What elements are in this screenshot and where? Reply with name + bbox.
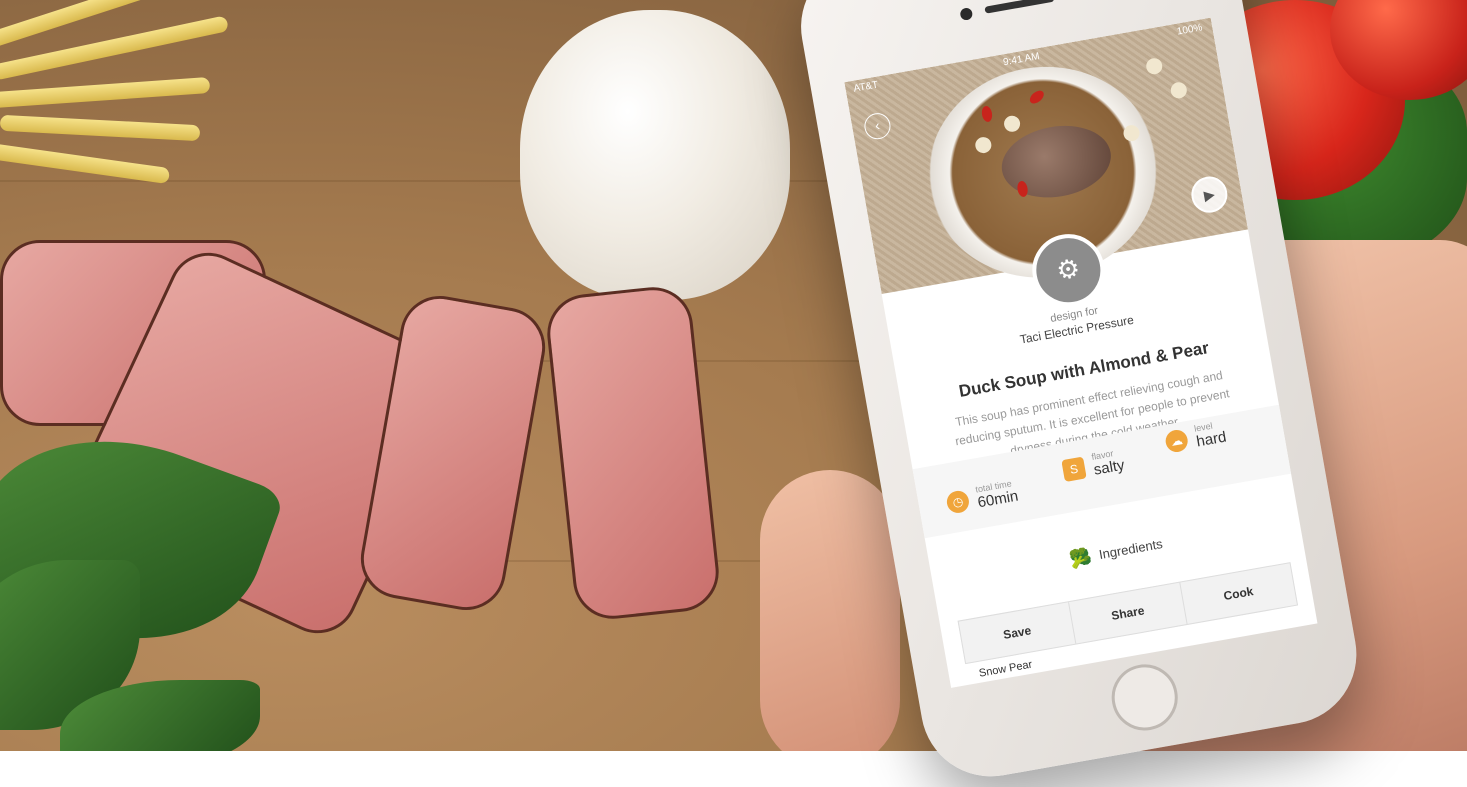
thumb <box>760 470 900 751</box>
stat-total-time: ◷ total time 60min <box>945 478 1020 518</box>
ham-roll <box>543 283 723 623</box>
carrier-label: AT&T <box>852 79 880 95</box>
play-icon: ▶ <box>1202 185 1217 204</box>
stat-level: ☁ level hard <box>1163 419 1228 457</box>
front-camera <box>959 7 974 22</box>
chevron-left-icon: ‹ <box>873 116 881 134</box>
app-screen: AT&T 9:41 AM 100% ‹ ▶ ⚙ design for Taci … <box>844 17 1318 688</box>
share-button[interactable]: Share <box>1069 582 1188 644</box>
stat-value: hard <box>1195 428 1228 451</box>
clock-icon: ◷ <box>945 489 971 515</box>
home-button[interactable] <box>1106 659 1183 736</box>
ingredients-icon: 🥦 <box>1067 546 1094 571</box>
ingredient-name: Snow Pear <box>978 658 1034 680</box>
cloud-level-icon: ☁ <box>1163 428 1190 454</box>
cook-button[interactable]: Cook <box>1180 563 1297 624</box>
salt-shaker-icon: S <box>1061 456 1087 483</box>
stat-flavor: S flavor salty <box>1061 447 1126 485</box>
earpiece-speaker <box>984 0 1055 14</box>
stat-value: salty <box>1092 456 1126 479</box>
pasta-decoration <box>0 0 240 200</box>
save-button[interactable]: Save <box>958 602 1077 663</box>
battery-label: 100% <box>1176 22 1204 38</box>
garlic-decoration <box>520 10 790 300</box>
ingredients-label: Ingredients <box>1097 536 1164 563</box>
clock-label: 9:41 AM <box>1002 51 1041 69</box>
